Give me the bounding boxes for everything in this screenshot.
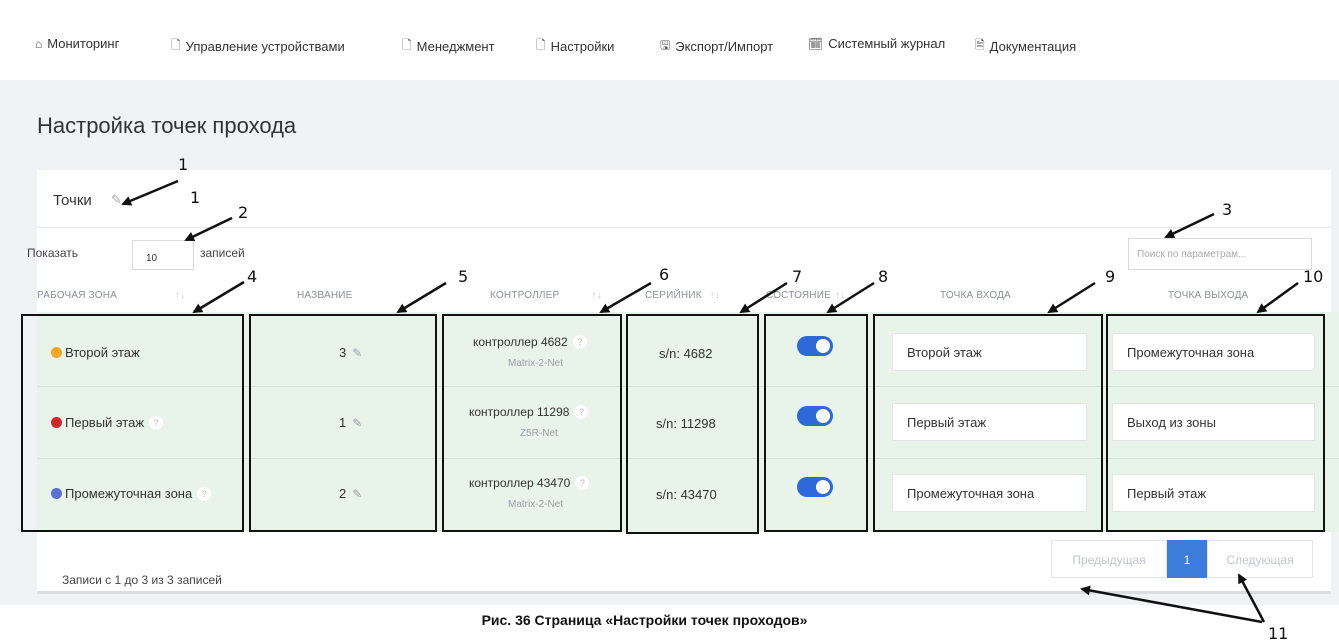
annotation-frame-entry [873,314,1103,532]
nav-item-management[interactable]: 🗋 Менеджмент [402,36,495,57]
records-info: Записи с 1 до 3 из 3 записей [62,573,222,587]
column-header-name[interactable]: Название [297,290,353,301]
calendar-icon: 🗓 [808,36,824,51]
column-header-serial[interactable]: Серийник ↑↓ [645,290,720,301]
floppy-icon: 🖫 [660,38,671,52]
annotation-number: 1 [178,155,189,174]
nav-item-settings[interactable]: 🗋 Настройки [536,36,614,57]
card-header: Точки ✎ [37,170,1331,228]
card-title: Точки [53,192,92,209]
nav-label: Менеджмент [416,39,495,54]
file-icon: 🗋 [171,38,181,52]
annotation-frame-name [249,314,437,532]
column-header-zone[interactable]: Рабочая зона ↑↓ [37,290,185,301]
annotation-frame-controller [442,314,622,532]
nav-label: Управление устройствами [185,39,345,54]
column-header-state[interactable]: Состояние ↑↓ [766,290,845,301]
sort-icon: ↑↓ [591,290,602,301]
column-header-entry: Точка входа [940,290,1011,301]
sort-icon: ↑↓ [835,290,846,301]
sort-icon: ↑↓ [175,290,186,301]
nav-item-system-log[interactable]: 🗓 Системный журнал [808,36,945,51]
annotation-number: 7 [792,267,803,286]
edit-icon[interactable]: ✎ [111,192,122,208]
home-icon: ⌂ [35,36,43,51]
annotation-number: 6 [659,265,670,284]
column-header-controller[interactable]: Контроллер ↑↓ [490,290,602,301]
nav-label: Настройки [550,39,615,54]
nav-item-documentation[interactable]: 🗎 Документация [975,36,1076,57]
annotation-number: 2 [238,203,249,222]
annotation-frame-serial [626,314,759,534]
figure-caption: Рис. 36 Страница «Настройки точек проход… [481,612,808,628]
nav-label: Мониторинг [47,36,120,51]
annotation-number: 5 [458,267,469,286]
annotation-number: 9 [1105,267,1116,286]
column-header-exit: Точка выхода [1168,290,1249,301]
annotation-frame-exit [1106,314,1325,532]
file-icon: 🗋 [402,38,412,52]
annotation-frame-state [764,314,868,532]
prev-page-button[interactable]: Предыдущая [1051,540,1167,578]
file-icon: 🗋 [536,38,546,52]
entries-per-page-select[interactable]: 10 [132,240,194,270]
show-entries-suffix: записей [200,246,245,260]
show-entries-label: Показать [27,246,79,260]
next-page-button[interactable]: Следующая [1207,540,1313,578]
page-1-button[interactable]: 1 [1167,540,1207,578]
top-navigation: ⌂ Мониторинг 🗋 Управление устройствами 🗋 Ме… [0,0,1339,80]
annotation-number: 1 [190,188,201,207]
annotation-frame-zone [21,314,244,532]
annotation-number: 4 [247,267,258,286]
nav-label: Экспорт/Импорт [675,39,774,54]
page-title: Настройка точек прохода [37,113,297,138]
nav-item-devices[interactable]: 🗋 Управление устройствами [171,36,345,57]
search-input[interactable]: Поиск по параметрам... [1128,238,1312,270]
nav-label: Документация [989,39,1077,54]
sort-icon: ↑↓ [709,290,721,301]
nav-item-export-import[interactable]: 🖫 Экспорт/Импорт [660,36,773,57]
annotation-number: 10 [1303,267,1324,286]
nav-item-monitoring[interactable]: ⌂ Мониторинг [35,36,119,51]
nav-label: Системный журнал [828,36,946,51]
annotation-number: 3 [1222,200,1233,219]
document-icon: 🗎 [975,38,985,52]
annotation-number: 8 [878,267,889,286]
